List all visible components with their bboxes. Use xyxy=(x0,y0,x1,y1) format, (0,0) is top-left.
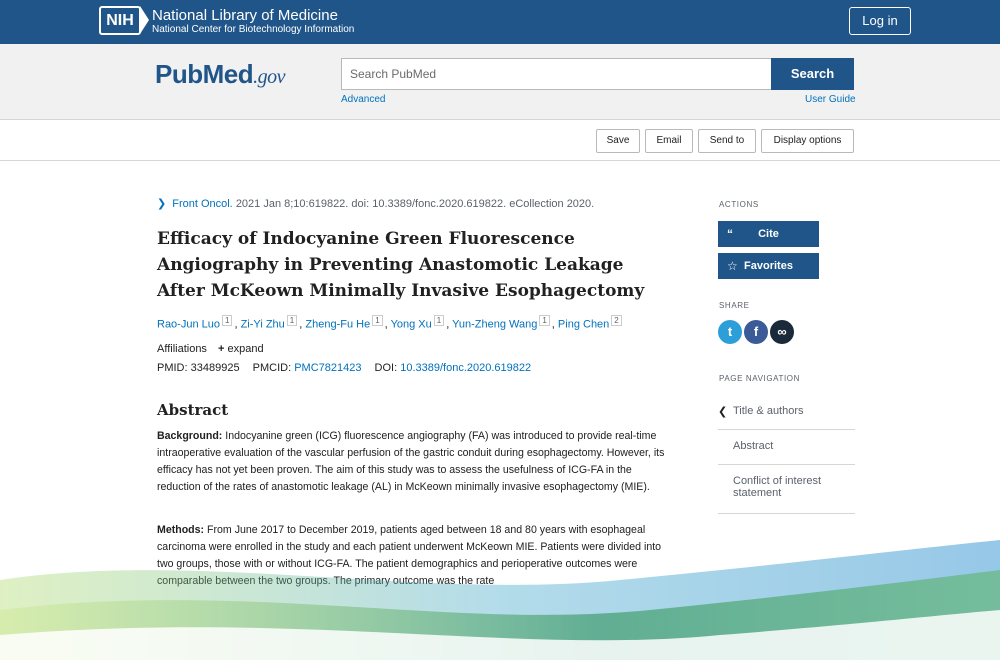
favorites-button[interactable]: ☆ Favorites xyxy=(718,253,819,279)
nav-item-label: Conflict of interest statement xyxy=(733,475,822,499)
nav-abstract[interactable]: Abstract xyxy=(718,430,855,465)
plus-icon: + xyxy=(218,343,225,355)
affiliation-ref[interactable]: 1 xyxy=(372,315,383,326)
user-guide-link[interactable]: User Guide xyxy=(805,94,856,105)
search-header: PubMed.gov Search Advanced User Guide xyxy=(0,44,1000,120)
author-link[interactable]: Yong Xu xyxy=(391,319,432,331)
methods-label: Methods: xyxy=(157,524,205,536)
link-icon[interactable]: ∞ xyxy=(770,320,794,344)
logo-gov: .gov xyxy=(253,66,285,88)
affiliations-toggle[interactable]: Affiliations + expand xyxy=(157,343,264,355)
doi-label: DOI: xyxy=(374,362,398,374)
chevron-right-icon: ❯ xyxy=(157,198,167,210)
article-identifiers: PMID: 33489925 PMCID: PMC7821423 DOI: 10… xyxy=(157,362,531,374)
affiliation-ref[interactable]: 2 xyxy=(611,315,622,326)
pmcid-link[interactable]: PMC7821423 xyxy=(294,362,361,374)
background-text: Indocyanine green (ICG) fluorescence ang… xyxy=(157,430,665,493)
affiliation-ref[interactable]: 1 xyxy=(286,315,298,326)
author-link[interactable]: Zi-Yi Zhu xyxy=(241,319,285,331)
logo-med: Med xyxy=(202,59,254,89)
author-link[interactable]: Ping Chen xyxy=(558,319,609,331)
article-title: Efficacy of Indocyanine Green Fluorescen… xyxy=(157,229,645,301)
pmcid-label: PMCID: xyxy=(252,362,292,374)
actions-label: ACTIONS xyxy=(719,200,759,209)
pubmed-logo[interactable]: PubMed.gov xyxy=(155,59,285,90)
logo-pub: Pub xyxy=(155,59,203,89)
pmid-label: PMID: xyxy=(157,362,188,374)
cite-label: Cite xyxy=(758,228,779,240)
advanced-search-link[interactable]: Advanced xyxy=(341,94,385,105)
login-button[interactable]: Log in xyxy=(849,7,911,35)
affiliations-label: Affiliations xyxy=(157,343,207,355)
abstract-methods: Methods: From June 2017 to December 2019… xyxy=(157,522,667,590)
nav-title-authors[interactable]: ❮ Title & authors xyxy=(718,396,855,430)
send-to-button[interactable]: Send to xyxy=(698,129,756,153)
nav-item-label: Title & authors xyxy=(733,405,804,417)
author-link[interactable]: Yun-Zheng Wang xyxy=(452,319,537,331)
pmid-value: 33489925 xyxy=(190,362,240,374)
background-label: Background: xyxy=(157,430,223,442)
citation-details: 2021 Jan 8;10:619822. doi: 10.3389/fonc.… xyxy=(235,198,595,210)
affiliation-ref[interactable]: 1 xyxy=(539,315,550,326)
share-label: SHARE xyxy=(719,301,750,310)
doi-link[interactable]: 10.3389/fonc.2020.619822 xyxy=(400,362,531,374)
display-options-button[interactable]: Display options xyxy=(761,129,854,153)
nih-logo[interactable]: NIH xyxy=(99,6,149,35)
save-button[interactable]: Save xyxy=(596,129,640,153)
nav-item-label: Abstract xyxy=(733,440,774,452)
search-button[interactable]: Search xyxy=(771,58,854,90)
twitter-icon[interactable]: t xyxy=(718,320,742,344)
affiliation-ref[interactable]: 1 xyxy=(433,315,445,326)
chevron-left-icon: ❮ xyxy=(718,406,728,418)
nih-banner: NIH National Library of Medicine Nationa… xyxy=(0,0,1000,44)
author-link[interactable]: Rao-Jun Luo xyxy=(157,319,220,331)
email-button[interactable]: Email xyxy=(645,129,693,153)
author-list: Rao-Jun Luo 1, Zi-Yi Zhu 1, Zheng-Fu He 1, … xyxy=(157,315,624,331)
affiliation-ref[interactable]: 1 xyxy=(222,315,233,326)
citation-line: ❯ Front Oncol. 2021 Jan 8;10:619822. doi:… xyxy=(157,197,594,210)
methods-text: From June 2017 to December 2019, patient… xyxy=(157,524,662,587)
abstract-heading: Abstract xyxy=(157,401,229,419)
facebook-icon[interactable]: f xyxy=(744,320,768,344)
expand-label: expand xyxy=(227,343,264,355)
abstract-background: Background: Indocyanine green (ICG) fluo… xyxy=(157,428,667,496)
search-input[interactable] xyxy=(341,58,772,90)
cite-button[interactable]: “ Cite xyxy=(718,221,819,247)
ncbi-subtitle: National Center for Biotechnology Inform… xyxy=(152,24,355,35)
nav-conflict-of-interest[interactable]: Conflict of interest statement xyxy=(718,465,855,514)
author-link[interactable]: Zheng-Fu He xyxy=(305,319,370,331)
nlm-title[interactable]: National Library of Medicine xyxy=(152,7,338,24)
favorites-label: Favorites xyxy=(744,260,793,272)
page-navigation-label: PAGE NAVIGATION xyxy=(719,374,801,383)
article-toolbar: Save Email Send to Display options xyxy=(0,121,1000,161)
journal-link[interactable]: Front Oncol. xyxy=(172,198,233,210)
